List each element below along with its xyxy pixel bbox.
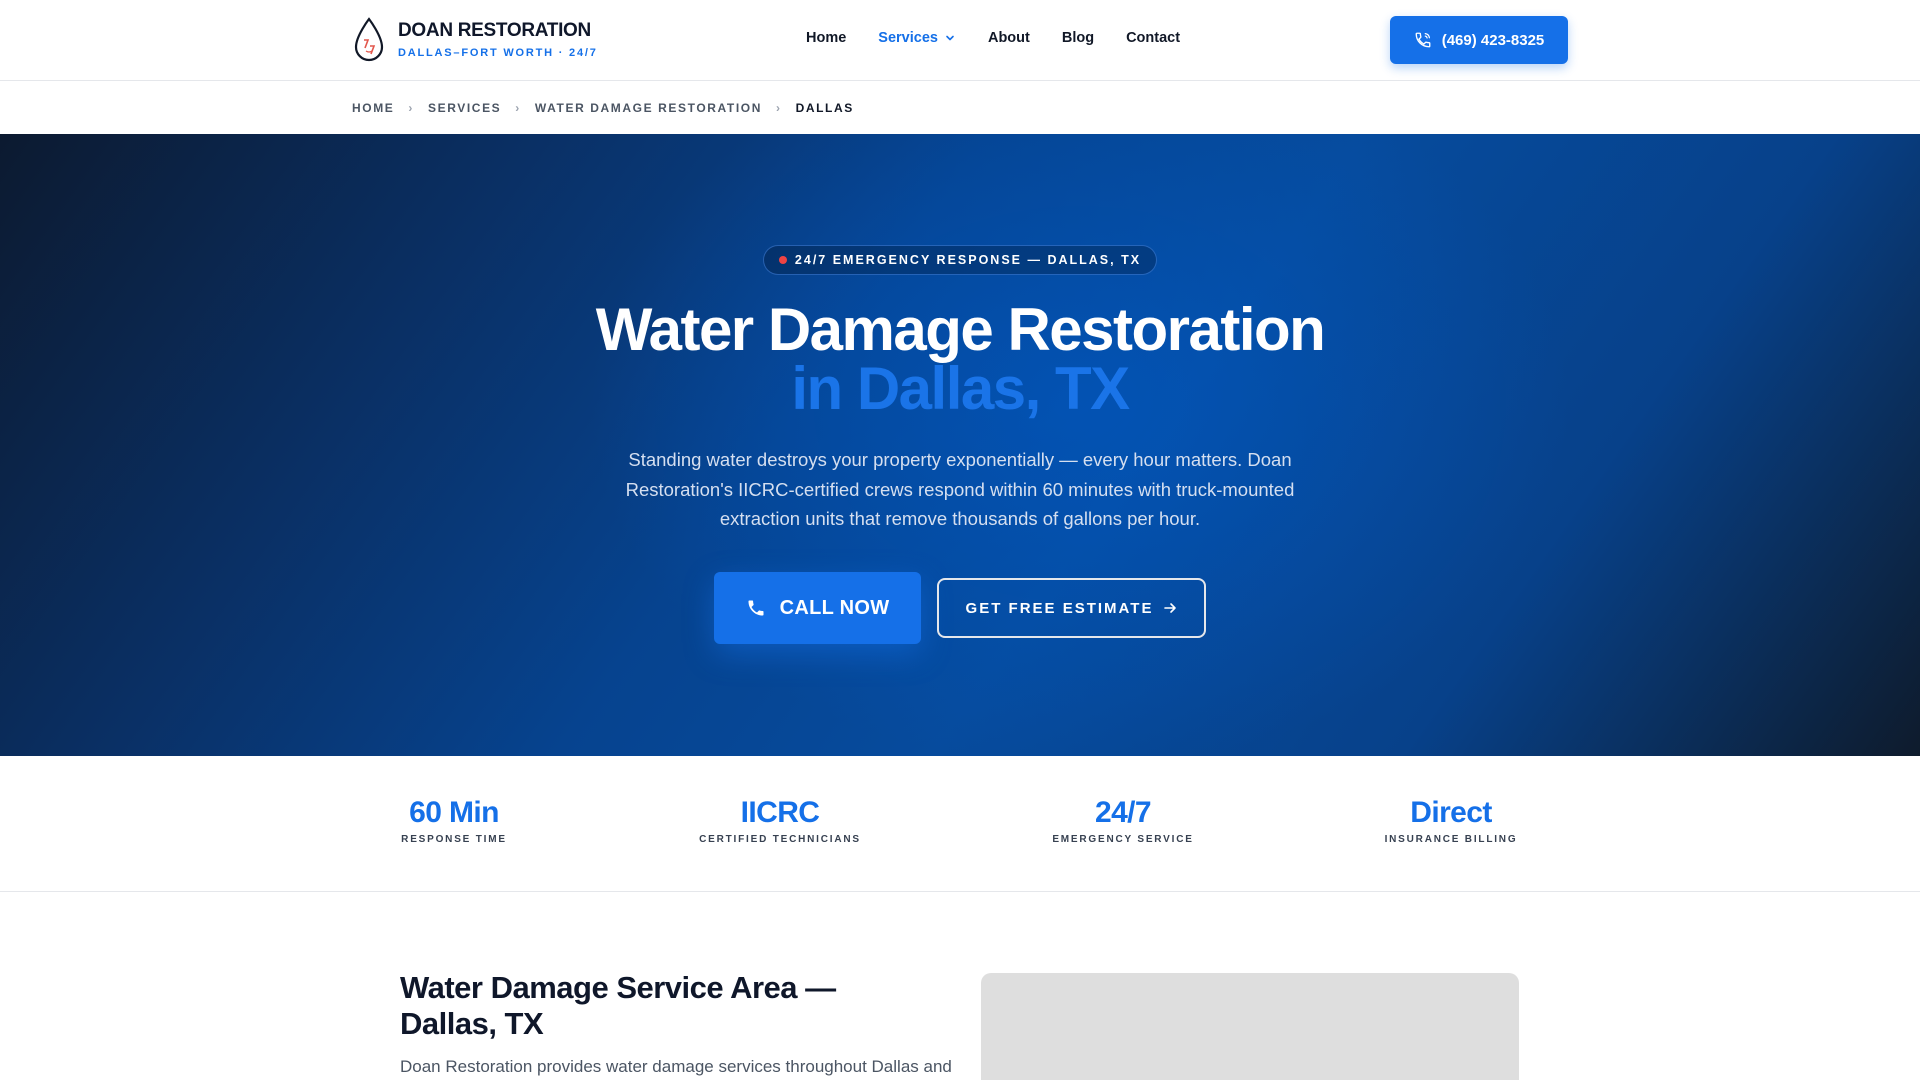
nav-services-label: Services bbox=[878, 30, 938, 46]
stat-emergency: 24/7 EMERGENCY SERVICE bbox=[1023, 796, 1223, 845]
nav-about-label: About bbox=[987, 30, 1030, 46]
brand-tagline: DALLAS–FORT WORTH · 24/7 bbox=[398, 47, 598, 59]
call-now-label: CALL NOW bbox=[779, 596, 890, 619]
stats-bar: 60 Min RESPONSE TIME IICRC CERTIFIED TEC… bbox=[0, 756, 1920, 892]
stat-label: RESPONSE TIME bbox=[401, 834, 507, 845]
nav-about[interactable]: About bbox=[988, 30, 1030, 46]
stat-label: INSURANCE BILLING bbox=[1384, 834, 1518, 845]
stat-value: 60 Min bbox=[409, 796, 499, 829]
phone-icon bbox=[748, 600, 764, 616]
stat-label: CERTIFIED TECHNICIANS bbox=[699, 834, 861, 845]
brand-name: DOAN RESTORATION bbox=[398, 20, 591, 41]
service-area-text: Doan Restoration provides water damage s… bbox=[400, 1057, 952, 1076]
nav-services[interactable]: Services bbox=[878, 30, 956, 46]
stat-label: EMERGENCY SERVICE bbox=[1052, 834, 1194, 845]
free-estimate-button[interactable]: GET FREE ESTIMATE bbox=[937, 578, 1206, 638]
breadcrumb-separator-icon: › bbox=[408, 101, 415, 115]
phone-icon bbox=[1415, 32, 1431, 48]
breadcrumb-water-damage[interactable]: WATER DAMAGE RESTORATION bbox=[535, 101, 762, 115]
status-dot-icon bbox=[778, 256, 787, 264]
nav-blog[interactable]: Blog bbox=[1062, 30, 1094, 46]
nav-contact-label: Contact bbox=[1126, 30, 1181, 46]
stat-value: 24/7 bbox=[1095, 796, 1152, 829]
stat-insurance: Direct INSURANCE BILLING bbox=[1351, 796, 1551, 845]
stat-certified: IICRC CERTIFIED TECHNICIANS bbox=[680, 796, 880, 845]
emergency-badge-label: 24/7 EMERGENCY RESPONSE — DALLAS, TX bbox=[794, 253, 1142, 267]
hero-title-line1: Water Damage Restoration bbox=[595, 296, 1326, 363]
hero-section: 24/7 EMERGENCY RESPONSE — DALLAS, TX Wat… bbox=[0, 134, 1920, 756]
breadcrumb-services[interactable]: SERVICES bbox=[428, 101, 501, 115]
stat-value: IICRC bbox=[740, 796, 820, 829]
main-nav: Home Services About Blog Contact bbox=[806, 30, 1212, 46]
header-phone-label: (469) 423-8325 bbox=[1441, 31, 1545, 49]
hero-subtitle: Standing water destroys your property ex… bbox=[625, 449, 1295, 529]
breadcrumb-separator-icon: › bbox=[775, 101, 782, 115]
free-estimate-label: GET FREE ESTIMATE bbox=[965, 599, 1154, 617]
breadcrumb-current: DALLAS bbox=[795, 101, 854, 115]
nav-contact[interactable]: Contact bbox=[1126, 30, 1180, 46]
emergency-badge: 24/7 EMERGENCY RESPONSE — DALLAS, TX bbox=[763, 245, 1157, 275]
service-area-title: Water Damage Service Area — Dallas, TX bbox=[400, 970, 836, 1041]
nav-home[interactable]: Home bbox=[806, 30, 846, 46]
stat-response-time: 60 Min RESPONSE TIME bbox=[354, 796, 554, 845]
breadcrumb-separator-icon: › bbox=[515, 101, 521, 115]
brand-logo[interactable]: DOAN RESTORATION DALLAS–FORT WORTH · 24/… bbox=[352, 16, 598, 64]
header-phone-button[interactable]: (469) 423-8325 bbox=[1390, 16, 1568, 64]
water-drop-logo-icon bbox=[354, 17, 384, 62]
hero-title-line2: in Dallas, TX bbox=[791, 355, 1130, 422]
arrow-right-icon bbox=[1164, 603, 1177, 613]
breadcrumb-home[interactable]: HOME bbox=[352, 101, 394, 115]
call-now-button[interactable]: CALL NOW bbox=[714, 572, 921, 644]
nav-home-label: Home bbox=[806, 30, 847, 46]
chevron-down-icon bbox=[946, 35, 954, 41]
site-header: DOAN RESTORATION DALLAS–FORT WORTH · 24/… bbox=[0, 0, 1920, 81]
service-area-map[interactable] bbox=[981, 973, 1519, 1080]
breadcrumb: HOME › SERVICES › WATER DAMAGE RESTORATI… bbox=[0, 81, 1920, 134]
nav-blog-label: Blog bbox=[1061, 30, 1095, 46]
stat-value: Direct bbox=[1410, 796, 1492, 829]
